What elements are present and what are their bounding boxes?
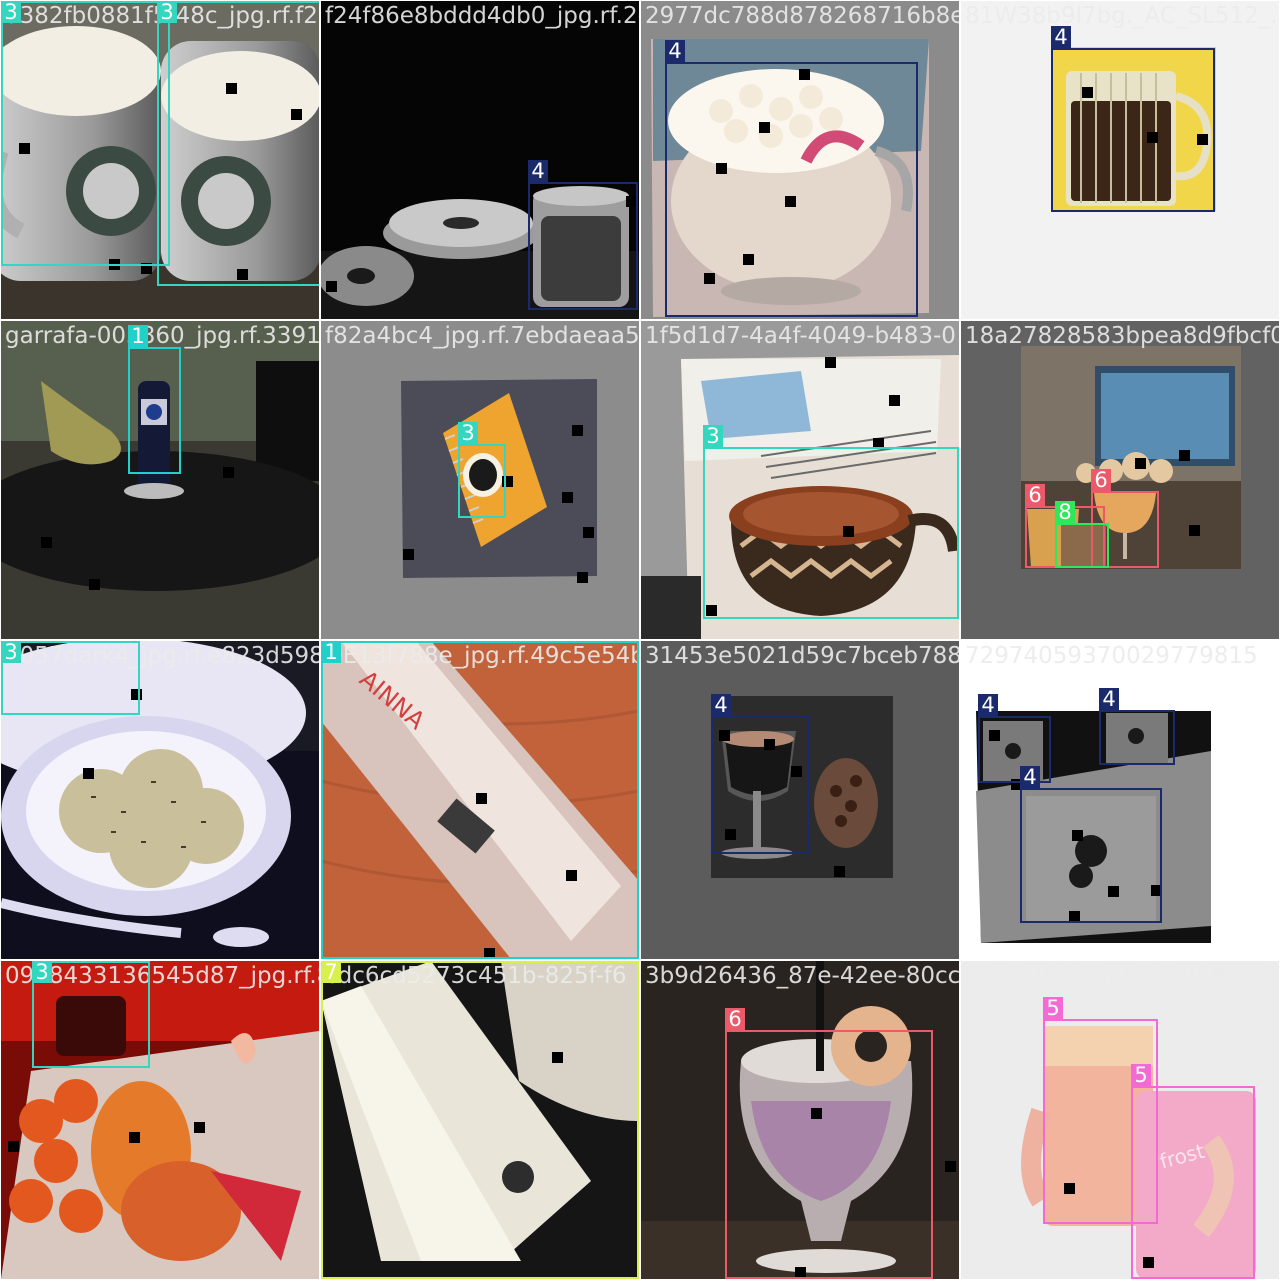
mosaic-tile: 2057dark4_jpg.rf.e823d5989b23 [1, 641, 319, 959]
bounding-box [128, 347, 181, 474]
bounding-box [458, 444, 506, 518]
bounding-box [1099, 710, 1175, 765]
bounding-box [665, 62, 918, 317]
keypoint-marker [41, 537, 52, 548]
keypoint-marker [834, 866, 845, 877]
mosaic-tile: cdc6cd5273c451b-825f-f6 7 [321, 961, 639, 1279]
mosaic-tile: AINNA DE13f788e_jpg.rf.49c5e54b61881 [321, 641, 639, 959]
mosaic-tile: 18a27828583bpea8d9fbcf0a 6 6 8 [961, 321, 1279, 639]
class-label: 4 [1051, 26, 1071, 48]
class-label: 1 [128, 325, 148, 347]
class-label: 4 [1020, 766, 1040, 788]
mosaic-tile: garrafa-003860_jpg.rf.3391778219d084191 [1, 321, 319, 639]
mosaic-tile: 72974059370029779815 4 4 4 [961, 641, 1279, 959]
bounding-box [1055, 523, 1109, 568]
bounding-box [978, 716, 1051, 783]
bounding-box [1, 641, 140, 715]
keypoint-marker [1179, 450, 1190, 461]
bounding-box [321, 641, 639, 959]
class-label: 3 [1, 641, 21, 663]
class-label: 4 [978, 694, 998, 716]
mosaic-tile: f24f86e8bddd4db0_jpg.rf.2e3649a7dbbcdf7c… [321, 1, 639, 319]
keypoint-marker [572, 425, 583, 436]
class-label: 6 [725, 1008, 745, 1030]
keypoint-marker [326, 281, 337, 292]
class-label: 7 [321, 961, 341, 983]
keypoint-marker [403, 549, 414, 560]
mosaic-tile: 3b9d26436_87e-42ee-80cc-8 6 [641, 961, 959, 1279]
class-label: 3 [458, 422, 478, 444]
keypoint-marker [1135, 458, 1146, 469]
class-label: 6 [1091, 469, 1111, 491]
bounding-box [711, 716, 809, 854]
keypoint-marker [562, 492, 573, 503]
mosaic-tile: frost a70c10d7aa26-4e80-801b-8e 5 5 [961, 961, 1279, 1279]
class-label: 3 [1, 1, 21, 23]
mosaic-tile: 0978433136545d87_jpg.rf.859883 [1, 961, 319, 1279]
bounding-box [1131, 1086, 1255, 1279]
bounding-box [1020, 788, 1162, 923]
class-label: 5 [1131, 1064, 1151, 1086]
class-label: 4 [528, 160, 548, 182]
class-label: 3 [703, 425, 723, 447]
class-label: 3 [157, 1, 177, 23]
class-label: 6 [1025, 484, 1045, 506]
keypoint-marker [223, 467, 234, 478]
keypoint-marker [89, 579, 100, 590]
mosaic-tile: 31453e5021d59c7bceb78879240585_d04 [641, 641, 959, 959]
keypoint-marker [8, 1141, 19, 1152]
keypoint-marker [889, 395, 900, 406]
mosaic-tile: 3382fb0881f5f48c_jpg.rf.f233 [1, 1, 319, 319]
tile-photo [961, 321, 1279, 639]
class-label: 4 [665, 40, 685, 62]
mosaic-tile: f82a4bc4_jpg.rf.7ebdaeaa591c0b5f842c563 [321, 321, 639, 639]
keypoint-marker [577, 572, 588, 583]
keypoint-marker [194, 1122, 205, 1133]
mosaic-tile: 1f5d1d7-4a4f-4049-b483-0 3 [641, 321, 959, 639]
bounding-box [157, 1, 319, 286]
bounding-box [528, 182, 638, 310]
bounding-box [725, 1030, 933, 1279]
bounding-box [321, 961, 639, 1279]
bounding-box [1051, 48, 1215, 212]
class-label: 1 [321, 641, 341, 663]
keypoint-marker [583, 527, 594, 538]
keypoint-marker [825, 357, 836, 368]
class-label: 8 [1055, 501, 1075, 523]
keypoint-marker [129, 1132, 140, 1143]
class-label: 4 [1099, 688, 1119, 710]
mosaic-tile: 81W38b9l7bg._AC_SL512_. 4 [961, 1, 1279, 319]
image-mosaic: 3382fb0881f5f48c_jpg.rf.f233 f24f86e8bdd… [0, 0, 1280, 1280]
mosaic-tile: 2977dc788d878268716b8e41dbd08f2_jpg.rf4 [641, 1, 959, 319]
class-label: 3 [32, 961, 52, 983]
bounding-box [1, 1, 170, 266]
keypoint-marker [83, 768, 94, 779]
keypoint-marker [1189, 525, 1200, 536]
bounding-box [703, 447, 959, 619]
class-label: 5 [1043, 997, 1063, 1019]
keypoint-marker [945, 1161, 956, 1172]
class-label: 4 [711, 694, 731, 716]
